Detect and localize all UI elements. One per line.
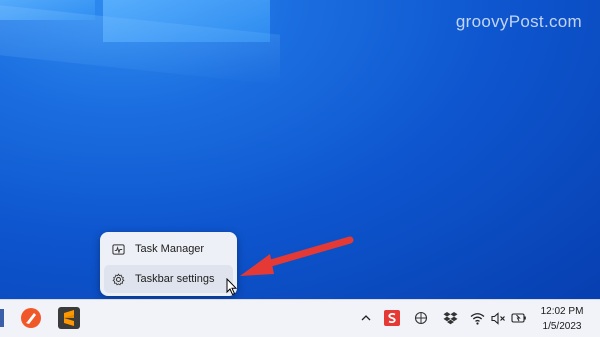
system-clock[interactable]: 12:02 PM 1/5/2023: [532, 304, 592, 334]
clock-date: 1/5/2023: [542, 321, 582, 332]
watermark: groovyPost.com: [455, 12, 582, 31]
settings-tray-icon[interactable]: [413, 310, 429, 326]
app-partial-icon[interactable]: [0, 309, 4, 327]
brave-pen-app-icon[interactable]: [20, 307, 42, 329]
gear-icon: [112, 272, 125, 285]
taskbar-context-menu: Task Manager Taskbar settings: [100, 232, 237, 296]
battery-icon[interactable]: [511, 310, 527, 326]
clock-time: 12:02 PM: [540, 306, 584, 317]
menu-item-task-manager[interactable]: Task Manager: [104, 235, 233, 263]
snagit-icon[interactable]: [384, 310, 400, 326]
task-manager-icon: [112, 243, 125, 255]
volume-muted-icon[interactable]: [490, 310, 506, 326]
wifi-icon[interactable]: [469, 310, 485, 326]
menu-item-label: Task Manager: [135, 243, 205, 255]
menu-item-label: Taskbar settings: [135, 273, 215, 285]
annotation-arrow: [240, 236, 354, 276]
sublime-text-icon[interactable]: [58, 307, 80, 329]
chevron-up-icon[interactable]: [358, 310, 374, 326]
taskbar: 12:02 PM 1/5/2023: [0, 299, 600, 337]
menu-item-taskbar-settings[interactable]: Taskbar settings: [104, 265, 233, 293]
dropbox-icon[interactable]: [442, 310, 458, 326]
